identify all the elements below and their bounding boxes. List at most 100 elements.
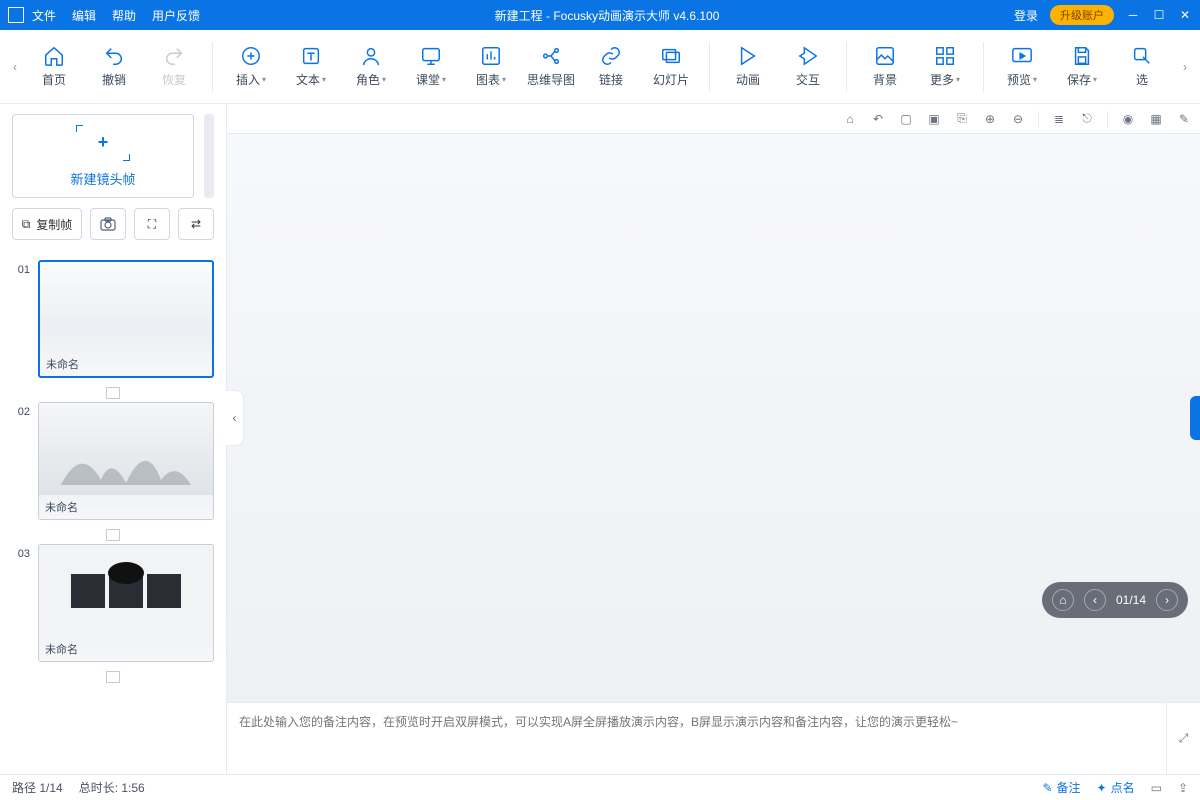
sidebar: + 新建镜头帧 ⧉ 复制帧 ⛶ ⇄ 01未命名 02未命名 03 未命名 <box>0 104 227 774</box>
toolbar-scroll-right[interactable]: › <box>1176 30 1194 104</box>
canvasbar-box1-icon[interactable]: ▢ <box>898 111 914 127</box>
chevron-down-icon: ▾ <box>442 75 446 84</box>
slide-item[interactable]: 02未命名 <box>12 402 214 520</box>
canvasbar-lock-icon[interactable]: ⎋ <box>1079 111 1095 127</box>
bg-icon <box>874 45 896 67</box>
pager-prev-icon[interactable]: ‹ <box>1084 589 1106 611</box>
plus-icon: + <box>98 132 109 153</box>
canvasbar-grid-icon[interactable]: ▦ <box>1148 111 1164 127</box>
sidebar-collapse-button[interactable]: ‹ <box>226 390 244 446</box>
toolbar-label: 背景 <box>873 71 897 88</box>
toolbar-label: 图表 <box>476 71 500 88</box>
toolbar-label: 预览 <box>1007 71 1031 88</box>
toolbar-slide-button[interactable]: 幻灯片 <box>641 37 701 97</box>
toolbar-redo-button[interactable]: 恢复 <box>144 37 204 97</box>
chart-icon <box>480 45 502 67</box>
sidebar-scrollbar[interactable] <box>204 114 214 198</box>
toolbar-chart-button[interactable]: 图表▾ <box>461 37 521 97</box>
note-icon: ✎ <box>1042 781 1052 795</box>
login-link[interactable]: 登录 <box>1014 7 1038 24</box>
notes-input[interactable] <box>227 703 1166 774</box>
canvasbar-paste-icon[interactable]: ⎘ <box>954 111 970 127</box>
toolbar-label: 链接 <box>599 71 623 88</box>
toolbar-mind-button[interactable]: 思维导图 <box>521 37 581 97</box>
export-icon: ⇪ <box>1178 781 1188 795</box>
fullscreen-button[interactable]: ⛶ <box>134 208 170 240</box>
canvasbar-align-icon[interactable]: ≣ <box>1051 111 1067 127</box>
pager-next-icon[interactable]: › <box>1156 589 1178 611</box>
select-icon <box>1131 45 1153 67</box>
canvasbar-home-icon[interactable]: ⌂ <box>842 111 858 127</box>
toolbar-save-button[interactable]: 保存▾ <box>1052 37 1112 97</box>
copy-frame-button[interactable]: ⧉ 复制帧 <box>12 208 82 240</box>
new-frame-button[interactable]: + 新建镜头帧 <box>12 114 194 198</box>
transition-icon[interactable] <box>106 529 120 541</box>
person-icon <box>360 45 382 67</box>
toolbar-undo-button[interactable]: 撤销 <box>84 37 144 97</box>
pager-text: 01/14 <box>1116 593 1146 607</box>
menu-edit[interactable]: 编辑 <box>72 7 96 24</box>
chevron-down-icon: ▾ <box>382 75 386 84</box>
toolbar-text-button[interactable]: 文本▾ <box>281 37 341 97</box>
copy-frame-label: 复制帧 <box>36 216 72 233</box>
toolbar-select-button[interactable]: 选 <box>1112 37 1172 97</box>
star-icon: ✦ <box>1097 781 1107 795</box>
anim-icon <box>737 45 759 67</box>
toolbar-interact-button[interactable]: 交互 <box>778 37 838 97</box>
export-button[interactable]: ⇪ <box>1178 781 1188 795</box>
menu-file[interactable]: 文件 <box>32 7 56 24</box>
toolbar-link-button[interactable]: 链接 <box>581 37 641 97</box>
pager-home-icon[interactable]: ⌂ <box>1052 589 1074 611</box>
close-icon[interactable]: ✕ <box>1178 8 1192 22</box>
upgrade-button[interactable]: 升级账户 <box>1050 5 1114 25</box>
present-button[interactable]: ▭ <box>1151 781 1162 795</box>
toolbar-more-button[interactable]: 更多▾ <box>915 37 975 97</box>
toolbar-label: 交互 <box>796 71 820 88</box>
canvasbar-camera-icon[interactable]: ◉ <box>1120 111 1136 127</box>
slide-divider <box>12 526 214 544</box>
toolbar-label: 保存 <box>1067 71 1091 88</box>
toolbar-plus-circle-button[interactable]: 插入▾ <box>221 37 281 97</box>
canvasbar-edit-icon[interactable]: ✎ <box>1176 111 1192 127</box>
menu-help[interactable]: 帮助 <box>112 7 136 24</box>
copy-icon: ⧉ <box>22 217 31 232</box>
rollcall-button[interactable]: ✦点名 <box>1097 779 1135 796</box>
transition-icon[interactable] <box>106 387 120 399</box>
toolbar-bg-button[interactable]: 背景 <box>855 37 915 97</box>
toolbar-home-button[interactable]: 首页 <box>24 37 84 97</box>
right-panel-toggle[interactable] <box>1190 396 1200 440</box>
class-icon <box>420 45 442 67</box>
new-frame-label: 新建镜头帧 <box>70 169 135 188</box>
canvas[interactable]: ‹ ⌂ ‹ 01/14 › <box>227 134 1200 702</box>
toolbar-label: 幻灯片 <box>653 71 689 88</box>
toolbar-person-button[interactable]: 角色▾ <box>341 37 401 97</box>
slide-number: 03 <box>12 544 30 662</box>
toolbar-class-button[interactable]: 课堂▾ <box>401 37 461 97</box>
slide-item[interactable]: 03 未命名 <box>12 544 214 662</box>
toolbar-preview-button[interactable]: 预览▾ <box>992 37 1052 97</box>
camera-icon <box>100 217 116 231</box>
toolbar-scroll-left[interactable]: ‹ <box>6 30 24 104</box>
pager: ⌂ ‹ 01/14 › <box>1042 582 1188 618</box>
menu-feedback[interactable]: 用户反馈 <box>152 7 200 24</box>
toolbar-label: 角色 <box>356 71 380 88</box>
notes-expand-button[interactable]: ⤢ <box>1166 703 1200 774</box>
transition-icon[interactable] <box>106 671 120 683</box>
minimize-icon[interactable]: ─ <box>1126 8 1140 22</box>
toolbar-anim-button[interactable]: 动画 <box>718 37 778 97</box>
text-icon <box>300 45 322 67</box>
toolbar-label: 思维导图 <box>527 71 575 88</box>
maximize-icon[interactable]: ☐ <box>1152 8 1166 22</box>
slide-item[interactable]: 01未命名 <box>12 260 214 378</box>
chevron-down-icon: ▾ <box>502 75 506 84</box>
remark-button[interactable]: ✎备注 <box>1042 779 1080 796</box>
canvasbar-zoomin-icon[interactable]: ⊕ <box>982 111 998 127</box>
slide-caption: 未命名 <box>39 637 213 661</box>
camera-button[interactable] <box>90 208 126 240</box>
canvasbar-box2-icon[interactable]: ▣ <box>926 111 942 127</box>
toolbar-label: 插入 <box>236 71 260 88</box>
chevron-down-icon: ▾ <box>956 75 960 84</box>
canvasbar-back-icon[interactable]: ↶ <box>870 111 886 127</box>
canvasbar-zoomout-icon[interactable]: ⊖ <box>1010 111 1026 127</box>
swap-button[interactable]: ⇄ <box>178 208 214 240</box>
